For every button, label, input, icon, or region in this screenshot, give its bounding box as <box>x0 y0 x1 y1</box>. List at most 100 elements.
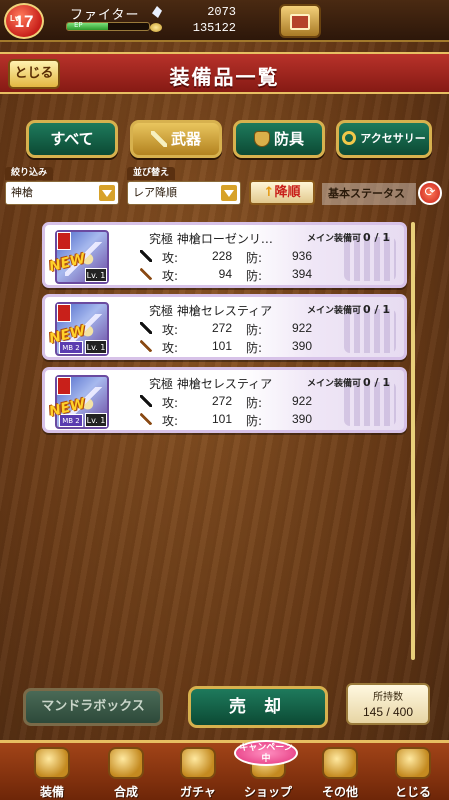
close-icon <box>395 747 431 779</box>
filter-armor-label: 防具 <box>273 130 304 148</box>
narrow-value: 神槍 <box>11 186 33 199</box>
def-value: 922 <box>291 394 312 408</box>
level-badge: Lv 17 <box>4 3 44 39</box>
book-icon <box>290 14 310 30</box>
nav-synthesis-label: 合成 <box>113 785 138 799</box>
def-key: 防: <box>246 414 263 428</box>
item-count-box: 所持数 145 / 400 <box>346 683 430 725</box>
staff-icon <box>140 268 152 280</box>
nav-equip-label: 装備 <box>39 785 64 799</box>
hammer-icon <box>108 747 144 779</box>
mandra-box-button[interactable]: マンドラボックス <box>23 688 163 726</box>
def-value: 390 <box>291 412 312 426</box>
sort-order-button[interactable]: ↑降順 <box>249 180 315 205</box>
def-value: 390 <box>291 339 312 353</box>
refresh-icon[interactable]: ⟳ <box>418 181 442 205</box>
atk-key: 攻: <box>162 396 179 410</box>
filter-armor-button[interactable]: 防具 <box>233 120 325 158</box>
ring-icon <box>342 131 357 145</box>
flag-icon <box>57 232 71 250</box>
level-badge: Lv. 1 <box>85 340 107 354</box>
page-header: 装備品一覧 とじる <box>0 52 449 94</box>
atk-value: 272 <box>211 394 232 408</box>
def-value: 394 <box>291 267 312 281</box>
equip-note: メイン装備可 0 / 1 <box>307 303 390 316</box>
chevron-down-icon <box>99 185 115 201</box>
nav-other[interactable]: その他 <box>308 743 372 800</box>
campaign-badge: キャンペーン中 <box>234 740 298 766</box>
filter-weapon-button[interactable]: 武器 <box>130 120 222 158</box>
level-badge: Lv. 1 <box>85 268 107 282</box>
bottom-nav: 装備 合成 ガチャ ショップ その他 とじる <box>0 740 449 800</box>
sell-button[interactable]: 売 却 <box>188 686 328 728</box>
nav-close[interactable]: とじる <box>381 743 445 800</box>
ep-label: EP <box>74 21 83 29</box>
def-key: 防: <box>246 396 263 410</box>
filter-weapon-label: 武器 <box>170 130 201 148</box>
stat-display-label: 基本ステータス <box>322 183 416 205</box>
equip-icon <box>34 747 70 779</box>
equip-note-label: メイン装備可 <box>307 379 362 389</box>
atk-key: 攻: <box>162 414 179 428</box>
list-item[interactable]: MB 2 Lv. 1 NEW 究極 神槍セレスティア メイン装備可 0 / 1 攻: 272 防… <box>42 294 407 360</box>
sort-order-label: 降順 <box>274 185 301 200</box>
filter-accessory-button[interactable]: アクセサリー <box>336 120 432 158</box>
scrollbar[interactable] <box>411 222 415 660</box>
atk-value: 101 <box>211 339 232 353</box>
narrow-select[interactable]: 神槍 <box>5 181 119 205</box>
atk-key: 攻: <box>162 251 179 265</box>
def-key: 防: <box>246 251 263 265</box>
def-key: 防: <box>246 269 263 283</box>
sword-icon <box>140 250 152 262</box>
nav-shop-label: ショップ <box>243 785 292 799</box>
filter-all-button[interactable]: すべて <box>26 120 118 158</box>
atk-key: 攻: <box>162 269 179 283</box>
def-key: 防: <box>246 341 263 355</box>
nav-other-label: その他 <box>321 785 358 799</box>
sort-select[interactable]: レア降順 <box>127 181 241 205</box>
sword-icon <box>140 322 152 334</box>
atk-key: 攻: <box>162 341 179 355</box>
gacha-icon <box>180 747 216 779</box>
armor-icon <box>253 131 270 147</box>
atk-value: 94 <box>218 267 232 281</box>
equip-count: 0 / 1 <box>363 303 390 316</box>
sort-value: レア降順 <box>133 186 177 199</box>
def-value: 936 <box>291 249 312 263</box>
atk-value: 101 <box>211 412 232 426</box>
stone-icon <box>152 6 162 18</box>
atk-key: 攻: <box>162 323 179 337</box>
filter-accessory-label: アクセサリー <box>360 132 426 145</box>
nav-synthesis[interactable]: 合成 <box>94 743 158 800</box>
list-item[interactable]: MB 2 Lv. 1 NEW 究極 神槍セレスティア メイン装備可 0 / 1 攻: 272 防… <box>42 367 407 433</box>
item-name: 究極 神槍セレスティア <box>149 377 273 391</box>
level-prefix: Lv <box>10 14 20 23</box>
nav-gacha-label: ガチャ <box>180 785 216 799</box>
atk-value: 272 <box>211 321 232 335</box>
equip-note: メイン装備可 0 / 1 <box>307 231 390 244</box>
close-button[interactable]: とじる <box>8 59 60 89</box>
equip-count: 0 / 1 <box>363 231 390 244</box>
sword-icon <box>150 131 167 147</box>
item-name: 究極 神槍セレスティア <box>149 304 273 318</box>
coin-icon <box>150 23 162 32</box>
list-item[interactable]: Lv. 1 NEW 究極 神槍ローゼンリ… メイン装備可 0 / 1 攻: 228 防: 936… <box>42 222 407 288</box>
equip-note-label: メイン装備可 <box>307 234 362 244</box>
status-bar: Lv 17 ファイター EP 2073 135122 <box>0 0 449 42</box>
gold-count: 135122 <box>192 21 236 35</box>
level-badge: Lv. 1 <box>85 413 107 427</box>
sort-label: 並び替え <box>127 167 176 180</box>
stone-count: 2073 <box>207 5 236 19</box>
equip-note-label: メイン装備可 <box>307 306 362 316</box>
nav-equip[interactable]: 装備 <box>20 743 84 800</box>
gear-icon <box>322 747 358 779</box>
nav-gacha[interactable]: ガチャ <box>166 743 230 800</box>
atk-value: 228 <box>211 249 232 263</box>
equipment-list: Lv. 1 NEW 究極 神槍ローゼンリ… メイン装備可 0 / 1 攻: 228 防: 936… <box>42 222 407 662</box>
narrow-label: 絞り込み <box>5 167 54 180</box>
item-count-value: 145 / 400 <box>362 705 414 719</box>
filter-all-label: すべて <box>50 130 94 148</box>
page-title: 装備品一覧 <box>169 65 280 89</box>
menu-book-button[interactable] <box>279 4 321 38</box>
sort-order-arrow-icon: ↑ <box>263 185 275 200</box>
